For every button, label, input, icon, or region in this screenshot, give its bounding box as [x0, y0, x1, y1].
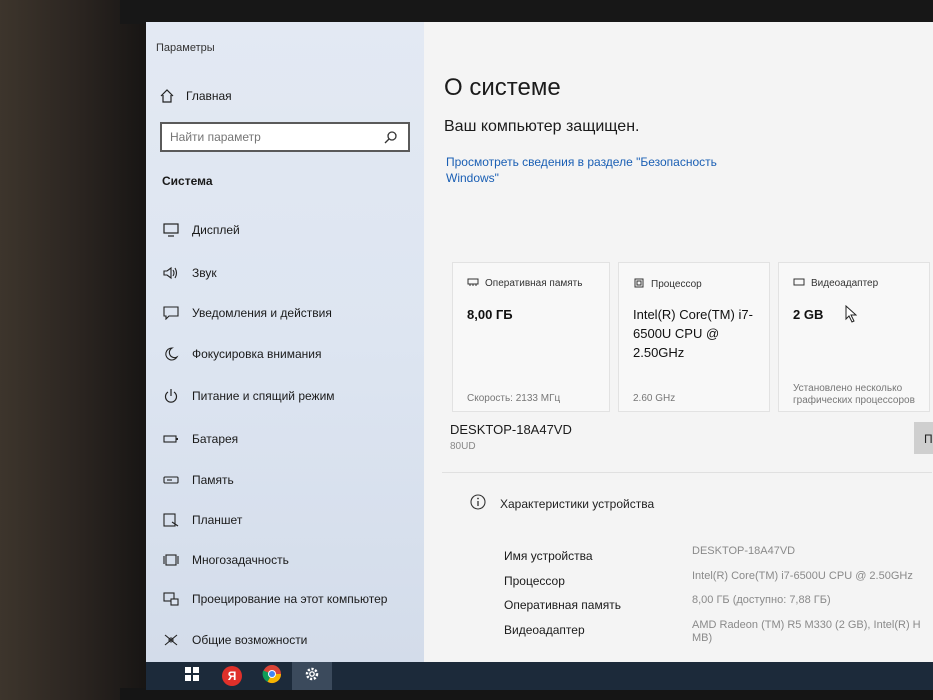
- gpu-icon: [793, 277, 805, 290]
- chrome-button[interactable]: [252, 662, 292, 690]
- rename-button-label: П: [924, 432, 933, 446]
- mouse-cursor-icon: [845, 304, 858, 328]
- settings-sidebar: Параметры Главная Система Дисплей Звук У…: [146, 22, 424, 662]
- speaker-icon: [162, 265, 180, 281]
- screen: Параметры Главная Система Дисплей Звук У…: [146, 22, 933, 690]
- rename-pc-button[interactable]: П: [914, 422, 933, 454]
- yandex-browser-icon: Я: [222, 666, 242, 686]
- device-model: 80UD: [450, 441, 476, 452]
- start-button[interactable]: [172, 662, 212, 690]
- home-nav-item[interactable]: Главная: [158, 88, 232, 104]
- spec-value: DESKTOP-18A47VD: [692, 545, 796, 557]
- security-link[interactable]: Просмотреть сведения в разделе "Безопасн…: [446, 154, 746, 186]
- background-wall: [0, 0, 150, 700]
- sidebar-item-sound[interactable]: Звук: [162, 265, 217, 281]
- card-footer: Скорость: 2133 МГц: [467, 393, 561, 404]
- card-header: Видеоадаптер: [793, 277, 878, 290]
- search-input[interactable]: [170, 130, 382, 144]
- sidebar-item-battery[interactable]: Батарея: [162, 431, 238, 447]
- device-name: DESKTOP-18A47VD: [450, 422, 572, 437]
- sidebar-item-power[interactable]: Питание и спящий режим: [162, 388, 335, 404]
- sidebar-item-label: Дисплей: [192, 223, 240, 237]
- card-title: Процессор: [651, 279, 702, 290]
- card-title: Видеоадаптер: [811, 278, 879, 289]
- device-specs-header[interactable]: Характеристики устройства: [470, 494, 654, 513]
- sidebar-item-label: Уведомления и действия: [192, 306, 332, 320]
- sidebar-item-label: Звук: [192, 266, 217, 280]
- chrome-icon: [262, 664, 282, 689]
- search-box[interactable]: [160, 122, 410, 152]
- sidebar-item-label: Общие возможности: [192, 633, 308, 647]
- home-label: Главная: [186, 89, 232, 103]
- sidebar-item-storage[interactable]: Память: [162, 472, 234, 488]
- info-icon: [470, 494, 486, 513]
- moon-icon: [162, 346, 180, 362]
- card-title: Оперативная память: [485, 278, 583, 289]
- taskbar: Я: [146, 662, 933, 690]
- storage-icon: [162, 472, 180, 488]
- home-icon: [158, 88, 176, 104]
- protection-status: Ваш компьютер защищен.: [444, 118, 640, 135]
- sidebar-item-label: Батарея: [192, 432, 239, 446]
- spec-value: AMD Radeon (TM) R5 M330 (2 GB), Intel(R)…: [692, 619, 921, 644]
- spec-label: Видеоадаптер: [504, 623, 585, 637]
- search-icon[interactable]: [382, 129, 400, 145]
- spec-label: Процессор: [504, 574, 565, 588]
- spec-value: 8,00 ГБ (доступно: 7,88 ГБ): [692, 594, 831, 606]
- sidebar-item-tablet[interactable]: Планшет: [162, 512, 242, 528]
- card-value: Intel(R) Core(TM) i7-6500U CPU @ 2.50GHz: [633, 307, 753, 360]
- sidebar-item-label: Фокусировка внимания: [192, 347, 322, 361]
- section-title: Система: [162, 174, 213, 188]
- page-title: О системе: [444, 74, 561, 101]
- cpu-card: Процессор Intel(R) Core(TM) i7-6500U CPU…: [618, 262, 770, 412]
- spec-label: Оперативная память: [504, 598, 621, 612]
- sidebar-item-projecting[interactable]: Проецирование на этот компьютер: [162, 591, 387, 607]
- multitask-icon: [162, 552, 180, 568]
- card-footer: Установлено несколько графических процес…: [793, 383, 915, 406]
- gpu-card: Видеоадаптер 2 GB Установлено несколько …: [778, 262, 930, 412]
- sidebar-item-label: Память: [192, 473, 234, 487]
- yandex-icon-letter: Я: [227, 669, 237, 683]
- power-icon: [162, 388, 180, 404]
- sidebar-item-label: Планшет: [192, 513, 243, 527]
- window-title: Параметры: [156, 42, 215, 54]
- card-value: 8,00 ГБ: [467, 307, 513, 322]
- divider: [442, 472, 932, 473]
- card-value: 2 GB: [793, 307, 824, 322]
- memory-icon: [467, 277, 479, 290]
- sidebar-item-shared-experiences[interactable]: Общие возможности: [162, 632, 307, 648]
- spec-label: Имя устройства: [504, 549, 593, 563]
- settings-gear-icon: [303, 665, 321, 688]
- cpu-icon: [633, 277, 645, 292]
- sidebar-item-multitasking[interactable]: Многозадачность: [162, 552, 289, 568]
- sidebar-item-focus[interactable]: Фокусировка внимания: [162, 346, 321, 362]
- specs-title: Характеристики устройства: [500, 496, 655, 511]
- shared-icon: [162, 632, 180, 648]
- settings-button[interactable]: [292, 662, 332, 690]
- tablet-icon: [162, 512, 180, 528]
- card-header: Процессор: [633, 277, 702, 292]
- spec-value: Intel(R) Core(TM) i7-6500U CPU @ 2.50GHz: [692, 570, 913, 582]
- battery-icon: [162, 431, 180, 447]
- sidebar-item-label: Проецирование на этот компьютер: [192, 592, 388, 606]
- windows-start-icon: [185, 666, 199, 686]
- card-footer: 2.60 GHz: [633, 393, 676, 404]
- monitor-bezel-top: [120, 0, 933, 24]
- sidebar-item-display[interactable]: Дисплей: [162, 222, 240, 238]
- notification-icon: [162, 305, 180, 321]
- sidebar-item-label: Многозадачность: [192, 553, 289, 567]
- ram-card: Оперативная память 8,00 ГБ Скорость: 213…: [452, 262, 610, 412]
- yandex-browser-button[interactable]: Я: [212, 662, 252, 690]
- card-header: Оперативная память: [467, 277, 582, 290]
- sidebar-item-notifications[interactable]: Уведомления и действия: [162, 305, 332, 321]
- main-content: О системе Ваш компьютер защищен. Просмот…: [424, 22, 933, 662]
- sidebar-item-label: Питание и спящий режим: [192, 389, 335, 403]
- device-info: DESKTOP-18A47VD 80UD: [450, 422, 572, 452]
- project-icon: [162, 591, 180, 607]
- monitor-icon: [162, 222, 180, 238]
